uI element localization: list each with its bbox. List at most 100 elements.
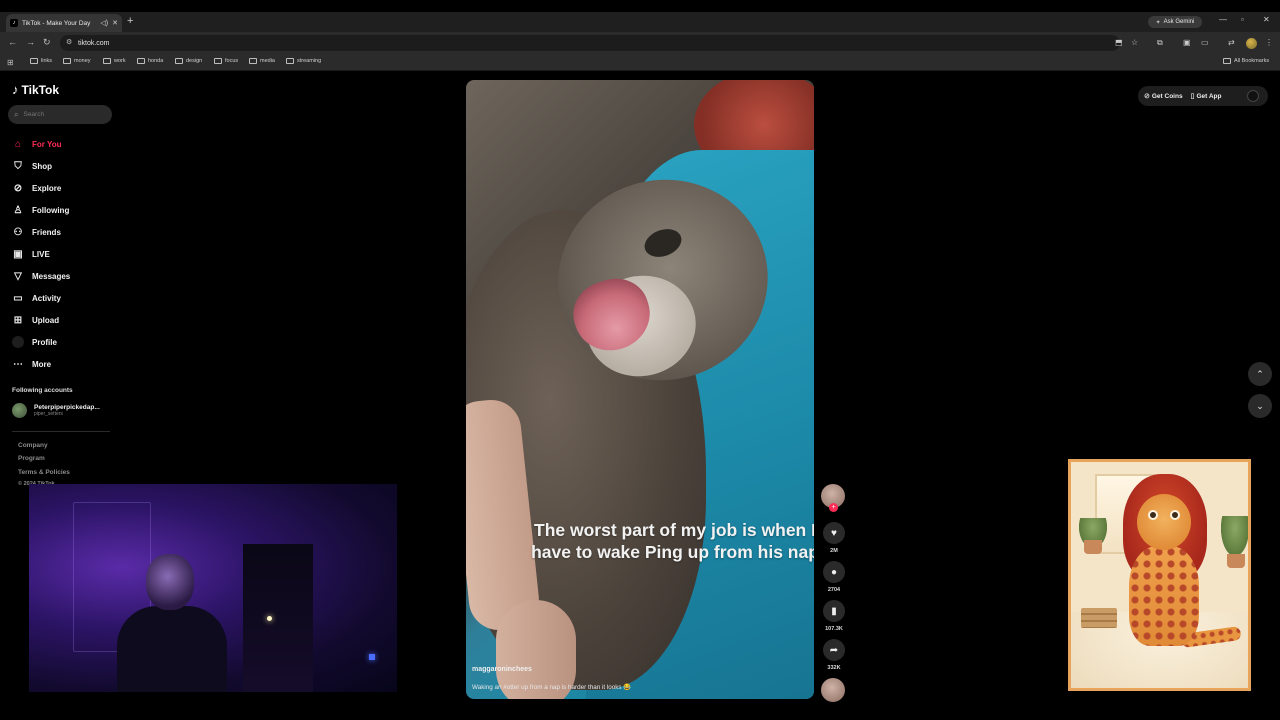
browser-tab[interactable]: ♪ TikTok - Make Your Day ◁) ✕ bbox=[6, 14, 122, 32]
forward-icon[interactable]: → bbox=[26, 37, 35, 47]
nav-messages[interactable]: ▽ Messages bbox=[12, 265, 70, 287]
friends-icon: ⚇ bbox=[13, 226, 23, 238]
video-creator[interactable]: maggaroninchees bbox=[472, 666, 532, 673]
bookmark-folder[interactable]: honda bbox=[137, 58, 163, 64]
minimize-icon[interactable]: — bbox=[1219, 15, 1227, 24]
nav-label: Profile bbox=[32, 337, 57, 347]
art-pot-right bbox=[1227, 554, 1245, 568]
tiktok-logo[interactable]: ♪ TikTok bbox=[12, 82, 59, 97]
nav-profile[interactable]: Profile bbox=[12, 331, 70, 353]
nav-activity[interactable]: ▭ Activity bbox=[12, 287, 70, 309]
nav-more[interactable]: ⋯ More bbox=[12, 353, 70, 375]
art-cheetah-body bbox=[1129, 546, 1199, 646]
heart-icon: ♥ bbox=[831, 527, 837, 539]
previous-video-button[interactable]: ⌃ bbox=[1248, 362, 1272, 386]
tab-title: TikTok - Make Your Day bbox=[22, 19, 91, 27]
webcam-led bbox=[369, 654, 375, 660]
folder-icon bbox=[214, 58, 222, 64]
folder-icon bbox=[175, 58, 183, 64]
all-bookmarks[interactable]: All Bookmarks bbox=[1223, 58, 1269, 64]
close-window-icon[interactable]: ✕ bbox=[1263, 15, 1270, 24]
browser-tab-bar: ♪ TikTok - Make Your Day ◁) ✕ + ✦ Ask Ge… bbox=[0, 12, 1280, 32]
nav-shop[interactable]: ⛉ Shop bbox=[12, 155, 70, 177]
compass-icon: ⊘ bbox=[13, 182, 23, 194]
ask-gemini-button[interactable]: ✦ Ask Gemini bbox=[1148, 16, 1202, 28]
site-settings-icon[interactable]: ⚙ bbox=[66, 38, 72, 46]
menu-kebab-icon[interactable]: ⋮ bbox=[1265, 38, 1273, 47]
nav-label: Friends bbox=[32, 227, 61, 237]
comment-icon: ● bbox=[830, 566, 838, 578]
like-button[interactable]: ♥ bbox=[823, 522, 845, 544]
video-description: Waking an #otter up from a nap is harder… bbox=[472, 684, 632, 691]
nav-explore[interactable]: ⊘ Explore bbox=[12, 177, 70, 199]
next-video-button[interactable]: ⌄ bbox=[1248, 394, 1272, 418]
url-text: tiktok.com bbox=[78, 39, 110, 47]
bookmark-star-icon[interactable]: ☆ bbox=[1131, 38, 1138, 47]
profile-switch-icon[interactable]: ⇄ bbox=[1228, 38, 1235, 47]
creator-avatar[interactable]: + bbox=[821, 484, 845, 512]
speaker-icon[interactable]: ◁) bbox=[100, 19, 108, 27]
cheetah-illustration bbox=[1068, 459, 1251, 691]
bookmark-folder[interactable]: work bbox=[103, 58, 126, 64]
shop-icon: ⛉ bbox=[14, 160, 22, 172]
nav-for-you[interactable]: ⌂ For You bbox=[12, 133, 70, 155]
logo-text: TikTok bbox=[21, 82, 60, 97]
apps-grid-icon[interactable]: ⊞ bbox=[7, 58, 14, 67]
footer-link-terms[interactable]: Terms & Policies bbox=[18, 469, 70, 476]
get-app-button[interactable]: ▯ Get App bbox=[1191, 92, 1222, 101]
nav-label: Activity bbox=[32, 293, 61, 303]
folder-icon bbox=[249, 58, 257, 64]
chevron-down-icon: ⌄ bbox=[1256, 400, 1264, 411]
sidebar-icon[interactable]: ▣ bbox=[1183, 38, 1191, 47]
cast-icon[interactable]: ▭ bbox=[1201, 38, 1209, 47]
following-icon: ♙ bbox=[13, 204, 23, 216]
nav-following[interactable]: ♙ Following bbox=[12, 199, 70, 221]
bookmark-label: work bbox=[114, 58, 126, 64]
bookmark-label: money bbox=[74, 58, 91, 64]
user-avatar[interactable] bbox=[1247, 90, 1259, 102]
webcam-person-head bbox=[146, 554, 194, 610]
reload-icon[interactable]: ↻ bbox=[43, 37, 51, 48]
install-icon[interactable]: ⬒ bbox=[1115, 38, 1123, 47]
video-actions: + ♥ 2M ● 2704 ▮ 107.3K ➦ 332K bbox=[821, 484, 847, 702]
bookmark-folder[interactable]: focus bbox=[214, 58, 238, 64]
maximize-icon[interactable]: ▫ bbox=[1241, 15, 1244, 24]
folder-icon bbox=[63, 58, 71, 64]
share-button[interactable]: ➦ bbox=[823, 639, 845, 661]
search-input[interactable] bbox=[23, 111, 94, 118]
bookmark-folder[interactable]: design bbox=[175, 58, 202, 64]
comment-button[interactable]: ● bbox=[823, 561, 845, 583]
profile-icon bbox=[12, 336, 24, 348]
bookmark-folder[interactable]: streaming bbox=[286, 58, 321, 64]
bookmark-folder[interactable]: links bbox=[30, 58, 52, 64]
bookmark-folder[interactable]: money bbox=[63, 58, 91, 64]
divider bbox=[12, 431, 110, 432]
following-account[interactable]: Peterpiperpickedap... piper_setters bbox=[12, 403, 100, 418]
extensions-icon[interactable]: ⧉ bbox=[1157, 38, 1163, 48]
get-coins-button[interactable]: ⊘ Get Coins bbox=[1144, 92, 1183, 101]
back-icon[interactable]: ← bbox=[8, 37, 17, 47]
nav-friends[interactable]: ⚇ Friends bbox=[12, 221, 70, 243]
art-cheetah-face bbox=[1137, 494, 1191, 550]
browser-profile-avatar[interactable] bbox=[1246, 38, 1257, 49]
search-box[interactable]: ⌕ bbox=[8, 105, 112, 124]
new-tab-button[interactable]: + bbox=[127, 15, 133, 27]
nav-upload[interactable]: ⊞ Upload bbox=[12, 309, 70, 331]
video-player[interactable]: The worst part of my job is when I have … bbox=[466, 80, 814, 699]
footer-link-program[interactable]: Program bbox=[18, 455, 45, 462]
footer-link-company[interactable]: Company bbox=[18, 442, 48, 449]
activity-icon: ▭ bbox=[13, 292, 23, 304]
save-count: 107.3K bbox=[825, 626, 843, 632]
close-tab-icon[interactable]: ✕ bbox=[112, 19, 118, 27]
folder-icon bbox=[137, 58, 145, 64]
url-input[interactable]: ⚙ tiktok.com bbox=[60, 35, 1120, 51]
save-button[interactable]: ▮ bbox=[823, 600, 845, 622]
home-icon: ⌂ bbox=[14, 138, 22, 150]
nav-live[interactable]: ▣ LIVE bbox=[12, 243, 70, 265]
bookmark-folder[interactable]: media bbox=[249, 58, 275, 64]
follow-plus-icon[interactable]: + bbox=[829, 503, 838, 512]
get-app-label: Get App bbox=[1196, 92, 1222, 100]
bookmark-label: honda bbox=[148, 58, 164, 64]
comment-count: 2704 bbox=[827, 587, 841, 593]
sound-avatar[interactable] bbox=[821, 678, 845, 702]
